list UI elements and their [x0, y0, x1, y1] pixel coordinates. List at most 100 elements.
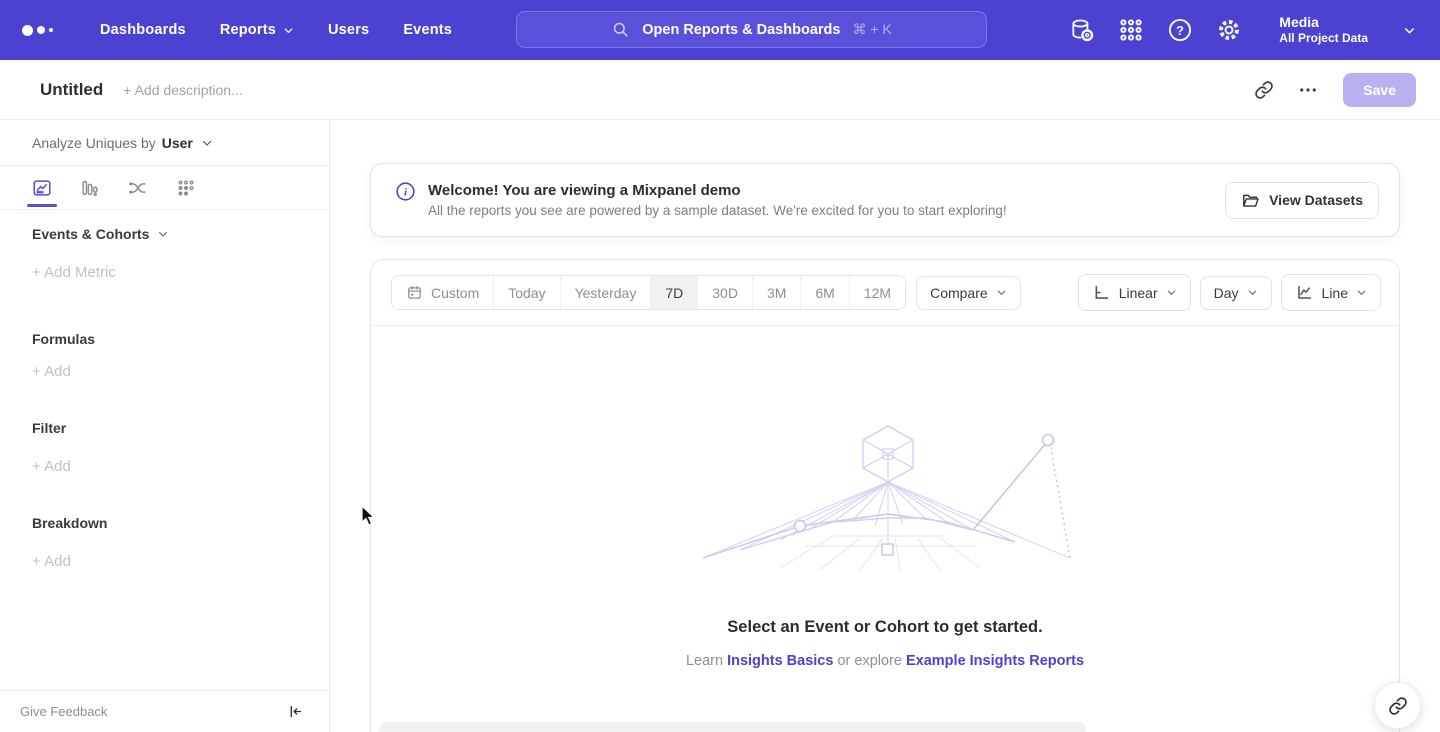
tab-flow[interactable] — [126, 169, 150, 207]
empty-state-title: Select an Event or Cohort to get started… — [371, 618, 1399, 637]
empty-state: Select an Event or Cohort to get started… — [371, 418, 1399, 732]
add-formula-button[interactable]: + Add — [32, 363, 329, 380]
save-button[interactable]: Save — [1343, 73, 1416, 107]
view-datasets-button[interactable]: View Datasets — [1225, 182, 1379, 219]
more-options-button[interactable] — [1291, 73, 1325, 107]
data-management-icon[interactable] — [1069, 17, 1095, 43]
tab-retention-grid[interactable] — [174, 169, 198, 207]
range-custom[interactable]: Custom — [392, 276, 493, 309]
apps-grid-icon[interactable] — [1118, 17, 1144, 43]
ellipsis-icon — [1298, 80, 1318, 100]
project-scope: All Project Data — [1279, 31, 1368, 46]
linear-axis-icon — [1092, 283, 1111, 302]
chevron-down-icon — [283, 25, 294, 36]
range-12m[interactable]: 12M — [849, 276, 905, 309]
visualization-tabs — [0, 166, 329, 210]
help-icon[interactable]: ? — [1167, 17, 1193, 43]
analyze-value-dropdown[interactable]: User — [162, 135, 193, 151]
add-breakdown-button[interactable]: + Add — [32, 553, 329, 570]
nav-reports[interactable]: Reports — [220, 22, 294, 38]
date-range-selector: Custom Today Yesterday 7D 30D 3M 6M 12M — [391, 275, 906, 310]
analyze-prefix: Analyze Uniques by — [32, 135, 156, 151]
svg-text:i: i — [404, 187, 407, 199]
tab-insights-line[interactable] — [30, 169, 54, 207]
nav-events[interactable]: Events — [403, 22, 452, 38]
add-metric-button[interactable]: + Add Metric — [32, 264, 329, 281]
top-navbar: Dashboards Reports Users Events Open Rep… — [0, 0, 1440, 60]
interval-label: Day — [1214, 285, 1239, 301]
interval-dropdown[interactable]: Day — [1200, 276, 1272, 310]
range-yesterday[interactable]: Yesterday — [560, 276, 651, 309]
events-cohorts-title: Events & Cohorts — [32, 226, 149, 242]
empty-state-illustration — [685, 418, 1085, 570]
calendar-icon — [406, 284, 423, 301]
filter-title: Filter — [32, 420, 329, 436]
welcome-banner: i Welcome! You are viewing a Mixpanel de… — [370, 163, 1400, 237]
range-6m[interactable]: 6M — [800, 276, 848, 309]
formulas-title: Formulas — [32, 331, 329, 347]
chart-type-label: Line — [1322, 285, 1348, 301]
banner-title: Welcome! You are viewing a Mixpanel demo — [428, 182, 1007, 199]
chevron-down-icon[interactable] — [1403, 24, 1416, 37]
project-switcher[interactable]: Media All Project Data — [1279, 14, 1368, 47]
example-reports-link[interactable]: Example Insights Reports — [906, 653, 1084, 669]
global-search[interactable]: Open Reports & Dashboards ⌘ + K — [516, 11, 987, 48]
settings-gear-icon[interactable] — [1216, 17, 1242, 43]
events-cohorts-section[interactable]: Events & Cohorts — [32, 226, 329, 242]
navbar-right: ? Media All Project Data — [1069, 14, 1416, 47]
nav-reports-label: Reports — [220, 22, 276, 38]
chevron-down-icon — [1247, 287, 1258, 298]
collapse-sidebar-icon[interactable] — [286, 703, 303, 720]
add-filter-button[interactable]: + Add — [32, 458, 329, 475]
nav-dashboards-label: Dashboards — [100, 22, 186, 38]
range-today[interactable]: Today — [493, 276, 559, 309]
line-chart-icon — [31, 177, 53, 199]
copy-link-button[interactable] — [1247, 73, 1281, 107]
link-icon — [1388, 696, 1408, 716]
report-description-placeholder[interactable]: + Add description... — [123, 82, 242, 98]
nav-users-label: Users — [328, 22, 369, 38]
logo-dot — [22, 25, 33, 36]
report-header: Untitled + Add description... Save — [0, 60, 1440, 120]
dots-grid-icon — [175, 177, 197, 199]
give-feedback-link[interactable]: Give Feedback — [20, 704, 107, 719]
sidebar-sections: Events & Cohorts + Add Metric Formulas +… — [0, 226, 329, 570]
line-chart-icon — [1295, 283, 1314, 302]
nav-users[interactable]: Users — [328, 22, 369, 38]
chart-type-dropdown[interactable]: Line — [1281, 274, 1381, 311]
compare-dropdown[interactable]: Compare — [916, 276, 1021, 310]
chevron-down-icon[interactable] — [201, 137, 213, 149]
logo-dot — [49, 28, 53, 32]
report-title[interactable]: Untitled — [40, 80, 103, 100]
range-7d[interactable]: 7D — [650, 276, 697, 309]
insights-basics-link[interactable]: Insights Basics — [727, 653, 833, 669]
banner-text: Welcome! You are viewing a Mixpanel demo… — [428, 182, 1007, 218]
mixpanel-logo[interactable] — [22, 25, 68, 36]
search-placeholder: Open Reports & Dashboards — [642, 22, 840, 38]
info-icon: i — [395, 181, 416, 202]
nav-dashboards[interactable]: Dashboards — [100, 22, 186, 38]
link-icon — [1254, 80, 1274, 100]
flow-icon — [127, 177, 149, 199]
range-30d[interactable]: 30D — [697, 276, 752, 309]
content: Analyze Uniques by User — [0, 120, 1440, 732]
scale-dropdown[interactable]: Linear — [1078, 274, 1191, 311]
chevron-down-icon — [996, 287, 1007, 298]
report-toolbar: Custom Today Yesterday 7D 30D 3M 6M 12M … — [371, 260, 1399, 326]
logo-dot — [37, 26, 45, 34]
search-shortcut: ⌘ + K — [852, 21, 891, 38]
scale-label: Linear — [1119, 285, 1158, 301]
sidebar-footer: Give Feedback — [0, 690, 329, 732]
horizontal-scrollbar[interactable] — [379, 722, 1086, 732]
tab-bar-chart[interactable] — [78, 169, 102, 207]
primary-nav: Dashboards Reports Users Events — [100, 22, 452, 38]
report-header-actions: Save — [1247, 73, 1416, 107]
range-custom-label: Custom — [431, 285, 479, 301]
search-icon — [611, 20, 630, 39]
range-3m[interactable]: 3M — [752, 276, 800, 309]
folder-icon — [1241, 191, 1260, 210]
share-link-fab[interactable] — [1374, 682, 1421, 729]
empty-state-subtitle: Learn Insights Basics or explore Example… — [371, 653, 1399, 669]
chevron-down-icon — [1166, 287, 1177, 298]
report-card: Custom Today Yesterday 7D 30D 3M 6M 12M … — [370, 259, 1400, 732]
